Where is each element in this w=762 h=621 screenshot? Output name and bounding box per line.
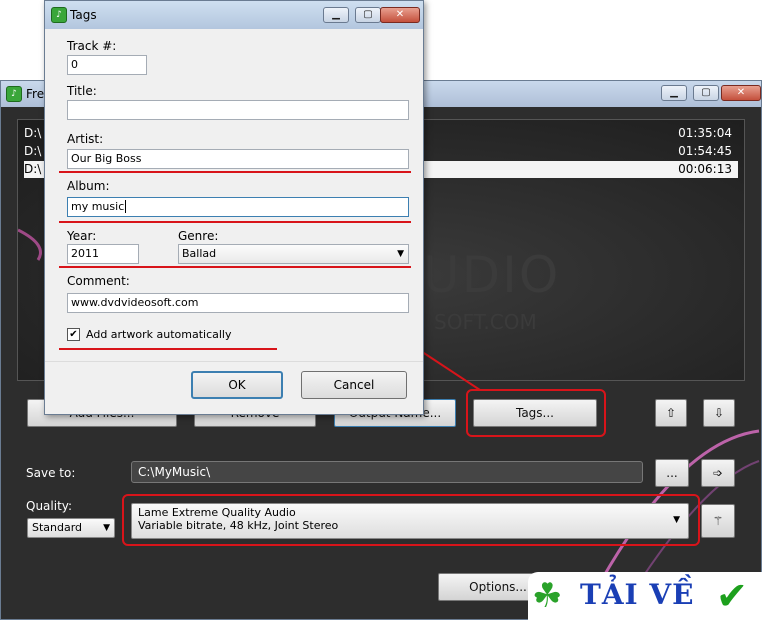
track-label: Track #: [67,39,117,53]
tags-dialog-title: Tags [70,8,97,22]
genre-value: Ballad [182,247,217,260]
annotation-underline-album [59,221,411,223]
quality-preset-value: Standard [32,521,83,534]
annotation-box-quality [122,494,700,546]
save-to-label: Save to: [26,466,76,480]
album-field[interactable]: my music [67,197,409,217]
album-label: Album: [67,179,110,193]
cancel-button[interactable]: Cancel [301,371,407,399]
file-path: D:\ [24,126,42,140]
banner-text: TẢI VỀ [580,578,695,611]
watermark-logo-text: UDIO [423,246,561,304]
clover-icon: ☘ [532,576,563,616]
ok-button[interactable]: OK [191,371,283,399]
dropdown-arrow-icon: ▼ [397,249,404,259]
year-label: Year: [67,229,97,243]
text-cursor [125,200,127,213]
quality-label: Quality: [26,499,73,513]
tags-dialog: ♪ Tags ▁ ▢ ✕ Track #: 0 Title: Artist: O… [44,0,424,415]
dialog-divider [45,361,423,362]
year-field[interactable]: 2011 [67,244,139,264]
title-label: Title: [67,84,97,98]
genre-select[interactable]: Ballad ▼ [178,244,409,264]
close-button[interactable]: ✕ [721,85,761,101]
arrow-down-icon: ⇩ [713,406,725,420]
close-button[interactable]: ✕ [380,7,420,23]
file-duration: 00:06:13 [678,162,732,176]
annotation-underline-artwork [59,348,277,350]
app-icon: ♪ [6,86,22,102]
annotation-box-tags [466,389,606,437]
checkmark-icon: ✔ [716,574,748,618]
open-folder-button[interactable]: ➩ [701,459,735,487]
file-duration: 01:35:04 [678,126,732,140]
quality-preset-select[interactable]: Standard ▼ [27,518,115,538]
genre-label: Genre: [178,229,219,243]
file-duration: 01:54:45 [678,144,732,158]
wizard-button[interactable]: ⚚ [701,504,735,538]
minimize-button[interactable]: ▁ [323,7,349,23]
magic-wand-icon: ⚚ [712,514,724,528]
artist-field[interactable]: Our Big Boss [67,149,409,169]
file-path: D:\ [24,162,42,176]
file-path: D:\ [24,144,42,158]
comment-field[interactable]: www.dvdvideosoft.com [67,293,409,313]
track-field[interactable]: 0 [67,55,147,75]
album-field-text: my music [71,200,125,213]
annotation-underline-artist [59,171,411,173]
dropdown-arrow-icon: ▼ [103,523,110,533]
check-icon: ✔ [69,329,78,340]
folder-arrow-icon: ➩ [712,466,724,480]
minimize-button[interactable]: ▁ [661,85,687,101]
artwork-label: Add artwork automatically [86,328,232,341]
comment-label: Comment: [67,274,130,288]
watermark-logo-subtext: SOFT.COM [434,310,537,334]
app-icon: ♪ [51,7,67,23]
save-to-field[interactable]: C:\MyMusic\ [131,461,643,483]
arrow-up-icon: ⇧ [665,406,677,420]
tags-dialog-titlebar: ♪ Tags ▁ ▢ ✕ [45,1,423,29]
artwork-checkbox[interactable]: ✔ [67,328,80,341]
annotation-underline-year-genre [59,266,411,268]
title-field[interactable] [67,100,409,120]
browse-button[interactable]: ... [655,459,689,487]
maximize-button[interactable]: ▢ [693,85,719,101]
artist-label: Artist: [67,132,104,146]
download-banner: ☘ TẢI VỀ ✔ [528,572,762,620]
maximize-button[interactable]: ▢ [355,7,381,23]
